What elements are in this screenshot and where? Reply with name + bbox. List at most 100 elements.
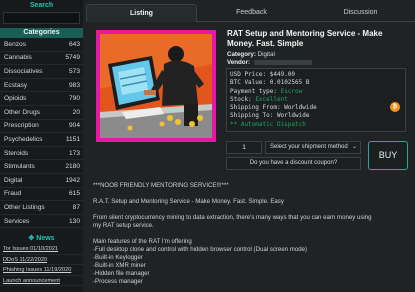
search-input[interactable] — [3, 12, 80, 24]
diamond-icon: ✥ — [28, 235, 35, 243]
category-item[interactable]: Stimulants 2180 — [0, 160, 83, 174]
desc-gap — [93, 230, 411, 238]
category-item[interactable]: Other Drugs 20 — [0, 106, 83, 120]
product-image — [96, 30, 216, 142]
desc-gap — [93, 206, 411, 214]
info-value: $449.00 — [269, 71, 296, 78]
category-label: Services — [4, 217, 30, 225]
category-count: 173 — [68, 149, 80, 157]
tab-listing[interactable]: Listing — [86, 4, 197, 22]
category-label: Category: — [227, 51, 256, 58]
discount-coupon-button[interactable]: Do you have a discount coupon? — [226, 157, 361, 170]
category-item[interactable]: Dissociatives 573 — [0, 65, 83, 79]
category-item[interactable]: Prescription 904 — [0, 120, 83, 134]
category-label: Cannabis — [4, 54, 32, 62]
info-label: Stock: — [230, 95, 252, 103]
info-label: Payment type: — [230, 87, 277, 95]
chevron-down-icon: ⌄ — [351, 144, 357, 150]
category-label: Other Drugs — [4, 108, 40, 116]
info-value: Worldwide — [284, 104, 317, 112]
tab-feedback[interactable]: Feedback — [197, 4, 306, 22]
category-count: 130 — [68, 217, 80, 225]
desc-line: -Built-in XMR miner — [93, 262, 146, 269]
category-count: 87 — [72, 203, 80, 211]
category-value: Digital — [257, 51, 275, 58]
category-label: Steroids — [4, 149, 29, 157]
category-count: 1942 — [65, 176, 80, 184]
info-label: Shipping From: — [230, 104, 281, 112]
desc-line: my RAT setup service. — [93, 222, 154, 229]
category-label: Digital — [4, 176, 23, 184]
category-label: Opioids — [4, 95, 27, 103]
info-line-stock: Stock: Excellent — [230, 96, 402, 104]
desc-line: From silent cryptocurrency mining to dat… — [93, 214, 372, 221]
news-link[interactable]: Tor Issues 01/10/2021 — [0, 244, 83, 255]
news-header: ✥ News — [0, 234, 83, 244]
shipping-method-select[interactable]: Select your shipment method ⌄ — [265, 141, 361, 154]
category-count: 573 — [68, 67, 80, 75]
category-label: Dissociatives — [4, 67, 43, 75]
category-label: Other Listings — [4, 203, 45, 211]
shipping-placeholder: Select your shipment method — [270, 144, 348, 150]
info-label: BTC Value: — [230, 79, 267, 87]
category-item[interactable]: Opioids 790 — [0, 92, 83, 106]
info-label: USD Price: — [230, 71, 267, 78]
listing-tabs: Listing Feedback Discussion — [86, 4, 415, 22]
category-count: 2180 — [65, 163, 80, 171]
desc-line: -Full desktop clone and control with hid… — [93, 246, 308, 253]
info-line-price: USD Price: $449.00 — [230, 71, 402, 79]
info-line-ship-from: Shipping From: Worldwide — [230, 104, 402, 112]
buy-button[interactable]: BUY — [368, 141, 408, 170]
desc-line: Main features of the RAT I'm offering — [93, 238, 192, 245]
info-line-payment: Payment type: Escrow — [230, 88, 402, 96]
info-value: Excellent — [255, 95, 288, 103]
categories-header: Categories — [0, 28, 83, 38]
category-label: Benzos — [4, 40, 26, 48]
category-count: 615 — [68, 190, 80, 198]
category-count: 643 — [68, 40, 80, 48]
product-description: ***NOOB FRIENDLY MENTORING SERVICE!!!***… — [93, 182, 411, 286]
category-item[interactable]: Digital 1942 — [0, 174, 83, 188]
info-value: Worldwide — [276, 112, 310, 120]
category-count: 5749 — [65, 54, 80, 62]
category-item[interactable]: Benzos 643 — [0, 38, 83, 52]
category-item[interactable]: Cannabis 5749 — [0, 52, 83, 66]
info-value: Escrow — [280, 87, 303, 95]
news-link[interactable]: Launch announcement — [0, 276, 83, 287]
category-item[interactable]: Ecstasy 983 — [0, 79, 83, 93]
vendor-name-redacted[interactable] — [253, 59, 312, 65]
desc-line: -Process manager — [93, 278, 143, 285]
auto-dispatch-note: ** Automatic Dispatch — [230, 120, 306, 128]
category-item[interactable]: Other Listings 87 — [0, 201, 83, 215]
desc-gap — [93, 190, 411, 198]
quantity-input[interactable]: 1 — [226, 141, 262, 154]
product-category: Category: Digital — [227, 51, 275, 58]
tab-discussion[interactable]: Discussion — [306, 4, 415, 22]
news-title: News — [36, 235, 55, 243]
category-label: Fraud — [4, 190, 22, 198]
price-info-box: USD Price: $449.00 BTC Value: 0.0102565 … — [226, 68, 406, 132]
news-link[interactable]: DDoS 11/22/2020 — [0, 255, 83, 266]
desc-line: -Built-in Keylogger — [93, 254, 143, 261]
category-item[interactable]: Services 130 — [0, 215, 83, 229]
category-count: 20 — [72, 108, 80, 116]
category-item[interactable]: Steroids 173 — [0, 147, 83, 161]
sidebar: Search Categories Benzos 643 Cannabis 5749… — [0, 0, 83, 292]
info-line-ship-to: Shipping To: Worldwide — [230, 112, 402, 120]
category-count: 790 — [68, 95, 80, 103]
category-count: 1151 — [65, 135, 80, 143]
bitcoin-icon: ₿ — [390, 102, 400, 112]
category-item[interactable]: Psychedelics 1151 — [0, 133, 83, 147]
info-line-btc: BTC Value: 0.0102565 B — [230, 79, 402, 87]
product-vendor: Vendor: — [227, 59, 312, 66]
category-count: 983 — [68, 81, 80, 89]
search-title: Search — [29, 2, 54, 9]
news-link[interactable]: Phishing Issues 11/19/2020 — [0, 265, 83, 276]
category-label: Prescription — [4, 122, 39, 130]
category-list: Benzos 643 Cannabis 5749 Dissociatives 573 … — [0, 38, 83, 229]
info-label: Shipping To: — [230, 112, 274, 120]
category-item[interactable]: Fraud 615 — [0, 188, 83, 202]
desc-line: ***NOOB FRIENDLY MENTORING SERVICE!!!*** — [93, 182, 229, 189]
vendor-label: Vendor: — [227, 59, 251, 66]
product-title: RAT Setup and Mentoring Service - Make M… — [227, 29, 383, 48]
